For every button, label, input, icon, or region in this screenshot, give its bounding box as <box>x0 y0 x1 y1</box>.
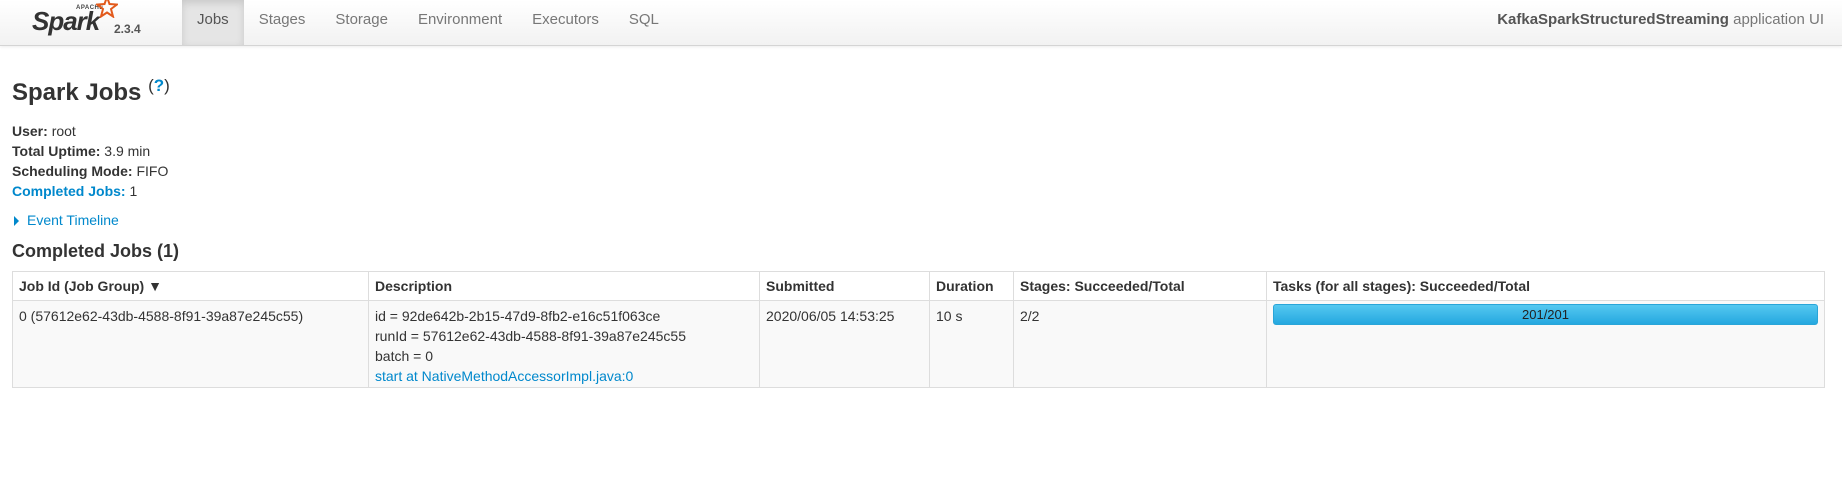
desc-line: batch = 0 <box>375 348 433 364</box>
spark-logo[interactable]: APACHE Spark 2.3.4 <box>30 0 160 45</box>
navbar: APACHE Spark 2.3.4 Jobs Stages Storage E… <box>0 0 1842 46</box>
uptime-label: Total Uptime: <box>12 143 101 159</box>
header-duration[interactable]: Duration <box>929 271 1014 301</box>
header-tasks[interactable]: Tasks (for all stages): Succeeded/Total <box>1266 271 1825 301</box>
help-link[interactable]: ? <box>154 76 164 95</box>
header-stages[interactable]: Stages: Succeeded/Total <box>1013 271 1267 301</box>
summary-completed: Completed Jobs: 1 <box>12 181 168 201</box>
help-tooltip: (?) <box>148 76 170 95</box>
tab-storage[interactable]: Storage <box>320 0 403 45</box>
tab-executors[interactable]: Executors <box>517 0 614 45</box>
scheduling-value: FIFO <box>136 163 169 179</box>
cell-job-id: 0 (57612e62-43db-4588-8f91-39a87e245c55) <box>12 300 369 388</box>
completed-value: 1 <box>129 183 138 199</box>
header-submitted[interactable]: Submitted <box>759 271 930 301</box>
table-row: 0 (57612e62-43db-4588-8f91-39a87e245c55)… <box>12 300 1825 388</box>
job-detail-link[interactable]: start at NativeMethodAccessorImpl.java:0 <box>375 366 753 386</box>
cell-description: id = 92de642b-2b15-47d9-8fb2-e16c51f063c… <box>368 300 760 388</box>
logo-spark-text: Spark <box>32 6 100 36</box>
summary-user: User: root <box>12 121 168 141</box>
user-value: root <box>51 123 76 139</box>
event-timeline-toggle[interactable]: Event Timeline <box>12 212 119 228</box>
tab-stages[interactable]: Stages <box>244 0 321 45</box>
uptime-value: 3.9 min <box>104 143 151 159</box>
event-timeline-label: Event Timeline <box>27 212 119 228</box>
table-header-row: Job Id (Job Group) ▼ Description Submitt… <box>12 271 1825 301</box>
cell-duration: 10 s <box>929 300 1014 388</box>
desc-line: id = 92de642b-2b15-47d9-8fb2-e16c51f063c… <box>375 308 661 324</box>
page-title: Spark Jobs (?) <box>12 76 170 107</box>
nav-tabs: Jobs Stages Storage Environment Executor… <box>182 0 674 45</box>
cell-stages: 2/2 <box>1013 300 1267 388</box>
cell-submitted: 2020/06/05 14:53:25 <box>759 300 930 388</box>
spark-star-icon <box>96 0 118 18</box>
completed-jobs-table: Job Id (Job Group) ▼ Description Submitt… <box>12 271 1825 388</box>
completed-jobs-link[interactable]: Completed Jobs: <box>12 183 126 199</box>
desc-line: runId = 57612e62-43db-4588-8f91-39a87e24… <box>375 328 686 344</box>
app-name-bold: KafkaSparkStructuredStreaming <box>1497 11 1729 28</box>
user-label: User: <box>12 123 48 139</box>
app-name-suffix: application UI <box>1733 11 1824 28</box>
section-title: Completed Jobs (1) <box>12 241 180 261</box>
page-title-text: Spark Jobs <box>12 79 142 106</box>
tasks-progress-bar: 201/201 <box>1273 304 1818 325</box>
summary-scheduling: Scheduling Mode: FIFO <box>12 161 168 181</box>
cell-tasks: 201/201 <box>1266 300 1825 388</box>
tasks-progress-label: 201/201 <box>1522 307 1569 322</box>
summary-list: User: root Total Uptime: 3.9 min Schedul… <box>12 121 168 201</box>
summary-uptime: Total Uptime: 3.9 min <box>12 141 168 161</box>
scheduling-label: Scheduling Mode: <box>12 163 133 179</box>
tab-environment[interactable]: Environment <box>403 0 517 45</box>
spark-version: 2.3.4 <box>114 22 141 36</box>
caret-right-icon <box>14 216 19 227</box>
tab-sql[interactable]: SQL <box>614 0 674 45</box>
app-name: KafkaSparkStructuredStreaming applicatio… <box>1497 0 1824 45</box>
header-job-id[interactable]: Job Id (Job Group) ▼ <box>12 271 369 301</box>
tab-jobs[interactable]: Jobs <box>182 0 244 45</box>
header-description[interactable]: Description <box>368 271 760 301</box>
